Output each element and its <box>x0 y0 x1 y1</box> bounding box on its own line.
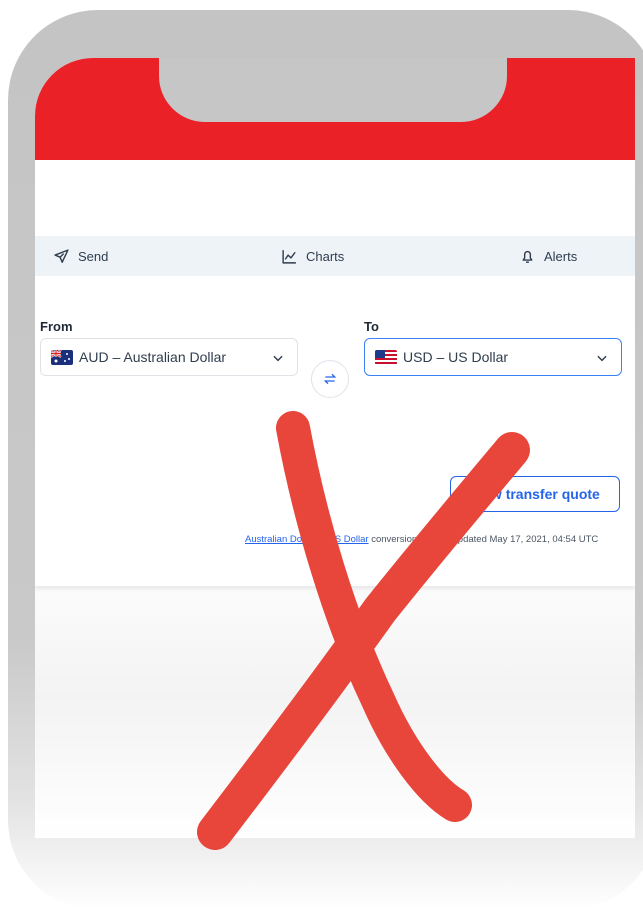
from-currency-value: AUD – Australian Dollar <box>79 349 227 365</box>
to-currency-value: USD – US Dollar <box>403 349 509 365</box>
blank-area <box>35 160 635 236</box>
tab-charts[interactable]: Charts <box>281 248 344 265</box>
conversion-footnote: Australian Dollar to US Dollar conversio… <box>245 534 635 545</box>
swap-icon <box>323 373 337 385</box>
converter-card: From To AUD – Australian Dollar USD – US… <box>35 276 635 586</box>
last-updated-text: conversion — Last updated May 17, 2021, … <box>368 534 599 545</box>
phone-notch <box>159 58 507 122</box>
bell-icon <box>522 250 533 263</box>
tab-send-label: Send <box>78 248 109 264</box>
from-currency-link[interactable]: Australian Dollar <box>245 534 315 545</box>
chart-icon <box>282 249 296 264</box>
send-icon <box>54 248 69 263</box>
view-transfer-quote-button[interactable]: View transfer quote <box>450 476 620 512</box>
to-currency-link[interactable]: US Dollar <box>328 534 369 545</box>
tab-alerts-label: Alerts <box>544 248 578 264</box>
usa-flag-icon <box>375 349 397 365</box>
phone-screen: Send Charts Alerts From To AUD – Austral… <box>35 58 635 838</box>
footnote-mid: to <box>314 534 328 545</box>
chevron-down-icon <box>597 355 607 362</box>
to-label: To <box>364 319 379 334</box>
tab-alerts[interactable]: Alerts <box>519 248 577 265</box>
tab-bar: Send Charts Alerts <box>35 236 635 276</box>
swap-currencies-button[interactable] <box>311 360 349 398</box>
australia-flag-icon <box>51 349 73 365</box>
from-label: From <box>40 319 73 334</box>
tab-send[interactable]: Send <box>53 248 108 265</box>
tab-charts-label: Charts <box>306 248 345 264</box>
chevron-down-icon <box>273 355 283 362</box>
to-currency-select[interactable]: USD – US Dollar <box>364 338 622 376</box>
from-currency-select[interactable]: AUD – Australian Dollar <box>40 338 298 376</box>
